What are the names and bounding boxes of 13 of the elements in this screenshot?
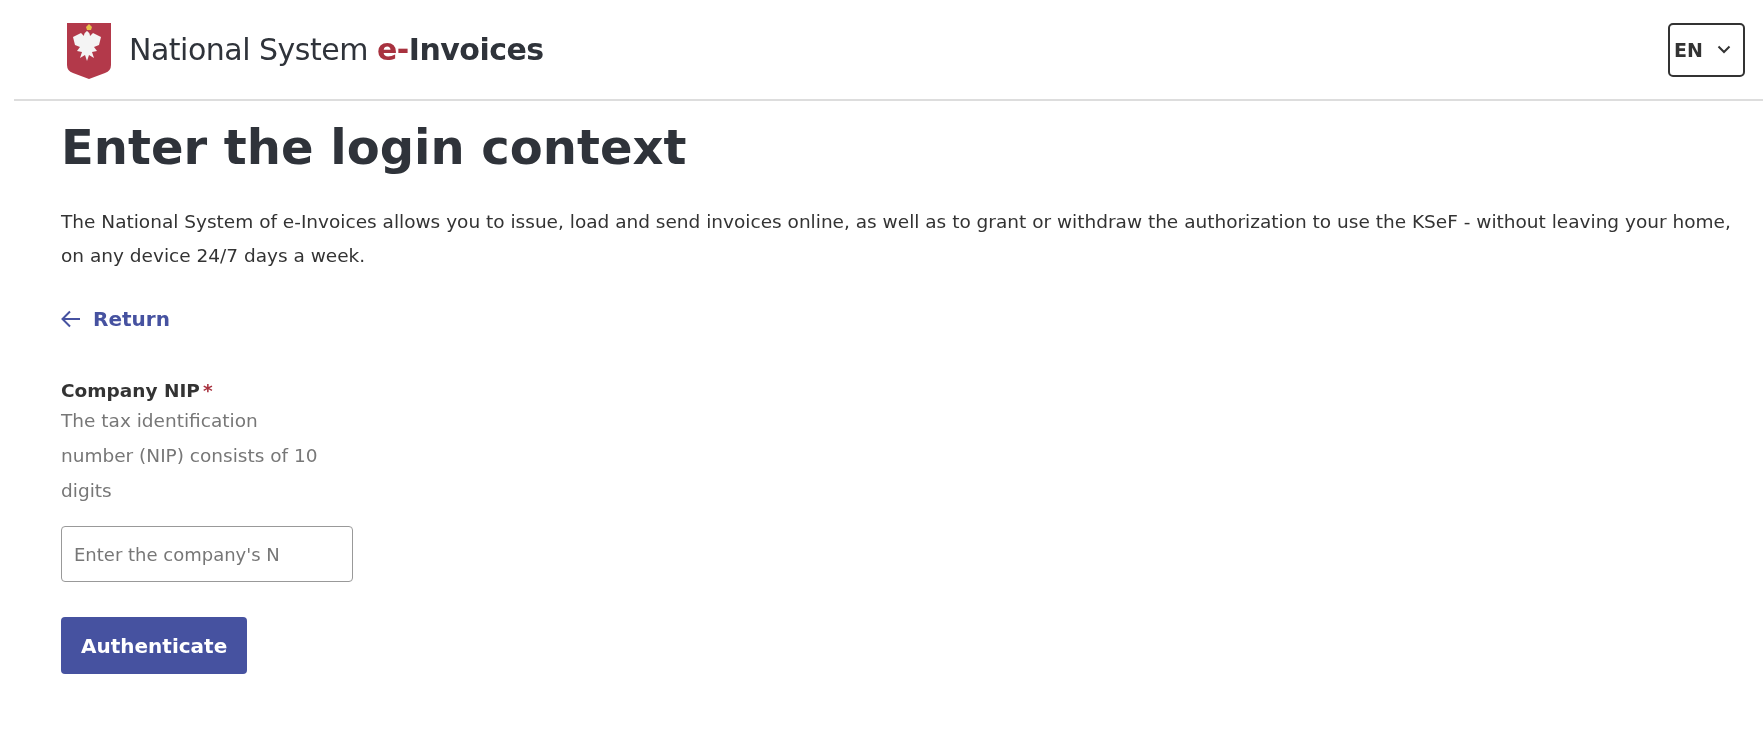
eagle-emblem-icon [65,20,113,79]
arrow-left-icon [61,310,81,328]
field-label: Company NIP [61,380,200,401]
field-hint: The tax identification number (NIP) consists of 10 digits [61,409,319,503]
page-title: Enter the login context [61,119,688,175]
chevron-down-icon [1717,45,1731,54]
return-link[interactable]: Return [61,307,170,331]
site-title: National System e-Invoices [129,32,544,67]
authenticate-button[interactable]: Authenticate [61,617,248,674]
description-text: The National System of e-Invoices allows you to issue, load and send invoices online, as well as to grant or withdraw the authorization to use the KSeF - without leaving your home, on any device 24/7 days a week. [61,210,1732,268]
language-select[interactable]: EN [1668,22,1745,77]
required-mark: * [202,380,213,401]
nip-input-field[interactable]: Enter the company's N [61,526,353,582]
